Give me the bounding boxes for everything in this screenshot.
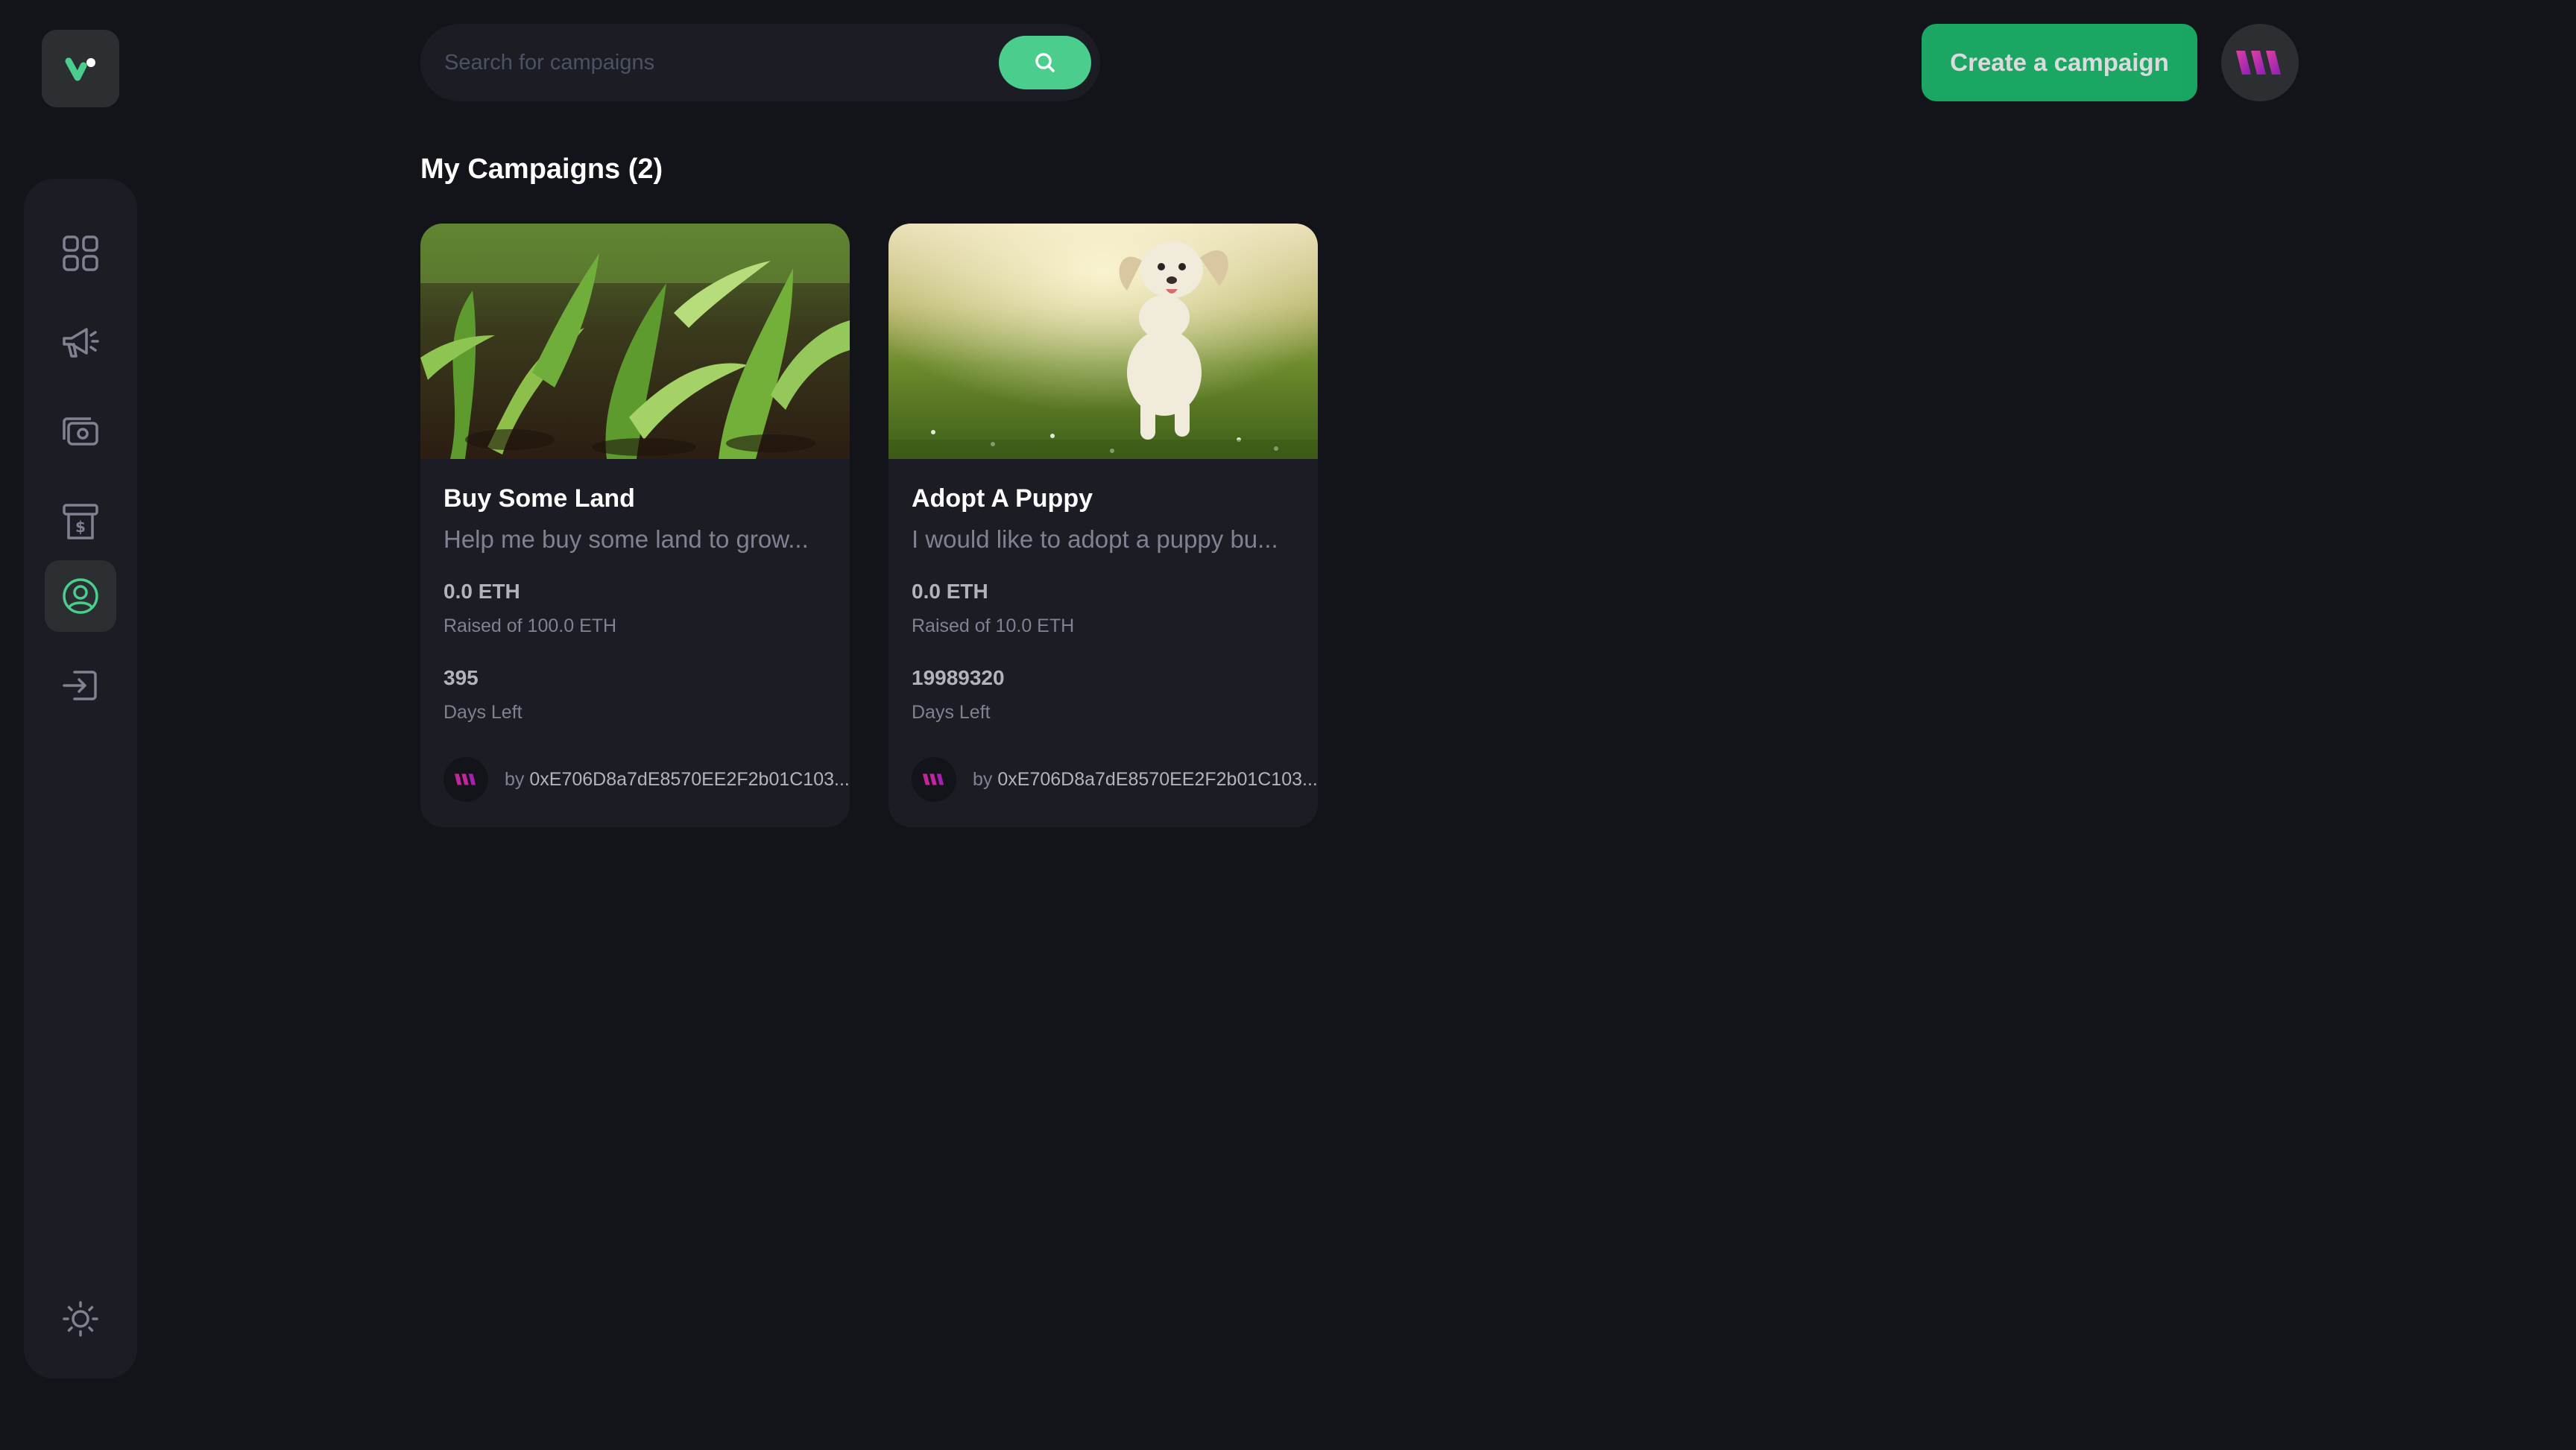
- owner-avatar: [443, 757, 488, 802]
- page-title: My Campaigns (2): [420, 153, 663, 185]
- campaign-owner: by 0xE706D8a7dE8570EE2F2b01C103...: [443, 757, 850, 802]
- sidebar: $: [24, 179, 137, 1378]
- logout-icon: [63, 671, 97, 700]
- campaign-card[interactable]: Buy Some Land Help me buy some land to g…: [420, 224, 850, 827]
- search-button[interactable]: [999, 36, 1091, 89]
- brand-avatar-icon: [454, 773, 476, 785]
- logo[interactable]: [42, 30, 119, 107]
- avatar[interactable]: [2221, 24, 2299, 101]
- campaign-image-puppy-on-grass: [888, 224, 1318, 459]
- app-root: $ Search for campaigns Create a campaign…: [0, 0, 2576, 1450]
- campaign-title: Adopt A Puppy: [912, 484, 1093, 513]
- megaphone-icon: [63, 328, 99, 358]
- search-bar: [420, 24, 1100, 101]
- campaign-days-label: Days Left: [443, 702, 523, 723]
- owner-avatar: [912, 757, 956, 802]
- campaign-card[interactable]: Adopt A Puppy I would like to adopt a pu…: [888, 224, 1318, 827]
- sun-icon: [63, 1301, 98, 1337]
- theme-toggle[interactable]: [45, 1283, 116, 1355]
- campaign-days: 395: [443, 666, 479, 689]
- campaign-target: Raised of 100.0 ETH: [443, 615, 617, 636]
- campaign-days-label: Days Left: [912, 702, 991, 723]
- search-icon: [1035, 53, 1055, 72]
- campaign-days: 19989320: [912, 666, 1005, 689]
- campaign-target: Raised of 10.0 ETH: [912, 615, 1075, 636]
- sidebar-item-campaign[interactable]: [45, 307, 116, 379]
- sidebar-item-profile[interactable]: [45, 560, 116, 632]
- profile-icon: [63, 578, 98, 614]
- campaign-image-corn-field: [420, 224, 850, 459]
- owner-label: by 0xE706D8a7dE8570EE2F2b01C103...: [973, 768, 1318, 790]
- withdraw-icon: $: [63, 504, 98, 539]
- campaign-owner: by 0xE706D8a7dE8570EE2F2b01C103...: [912, 757, 1318, 802]
- campaign-title: Buy Some Land: [443, 484, 635, 513]
- sidebar-item-withdraw[interactable]: $: [45, 486, 116, 557]
- owner-address: 0xE706D8a7dE8570EE2F2b01C103...: [997, 768, 1318, 790]
- campaign-description: I would like to adopt a puppy bu...: [912, 525, 1278, 553]
- campaign-raised: 0.0 ETH: [912, 580, 988, 603]
- sidebar-item-payment[interactable]: [45, 396, 116, 468]
- campaign-raised: 0.0 ETH: [443, 580, 520, 603]
- grid-icon: [63, 235, 98, 271]
- brand-avatar-icon: [922, 773, 944, 785]
- campaign-description: Help me buy some land to grow...: [443, 525, 809, 553]
- logo-icon: [65, 57, 95, 81]
- svg-text:$: $: [75, 518, 86, 536]
- owner-address: 0xE706D8a7dE8570EE2F2b01C103...: [529, 768, 850, 790]
- money-icon: [63, 417, 98, 446]
- owner-label: by 0xE706D8a7dE8570EE2F2b01C103...: [505, 768, 850, 790]
- create-campaign-button[interactable]: Create a campaign: [1922, 24, 2197, 101]
- sidebar-item-dashboard[interactable]: [45, 218, 116, 289]
- brand-avatar-icon: [2236, 51, 2281, 75]
- sidebar-item-logout[interactable]: [45, 650, 116, 721]
